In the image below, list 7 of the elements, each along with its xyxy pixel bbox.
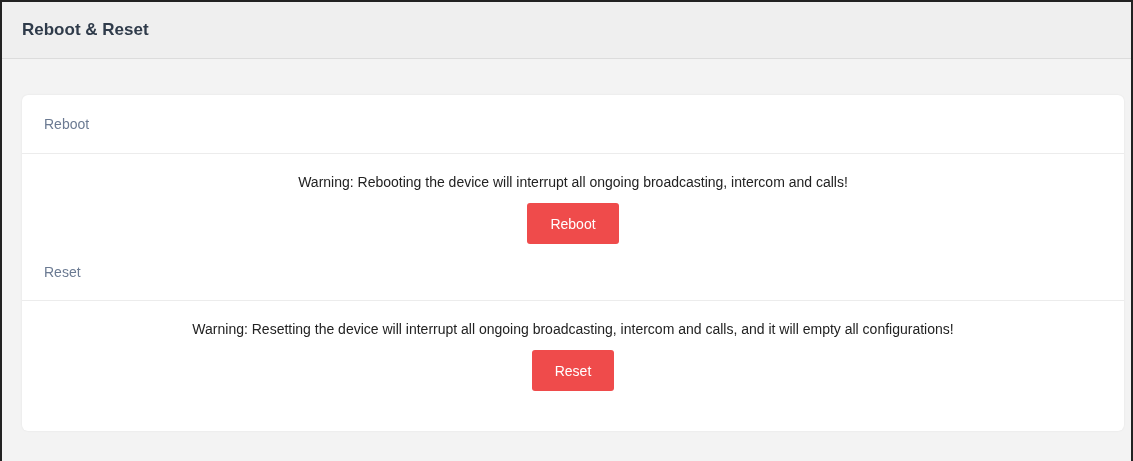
section-heading: Reboot — [44, 116, 90, 132]
reset-button[interactable]: Reset — [531, 350, 615, 391]
page-title: Reboot & Reset — [22, 20, 149, 40]
section-heading: Reset — [44, 264, 81, 280]
warning-text: Warning: Resetting the device will interrupt all ongoing broadcasting, intercom and calls, and it will empty all configurations! — [192, 321, 954, 337]
warning-text: Warning: Rebooting the device will interrupt all ongoing broadcasting, intercom and calls! — [298, 174, 848, 190]
reboot-button[interactable]: Reboot — [527, 203, 619, 244]
